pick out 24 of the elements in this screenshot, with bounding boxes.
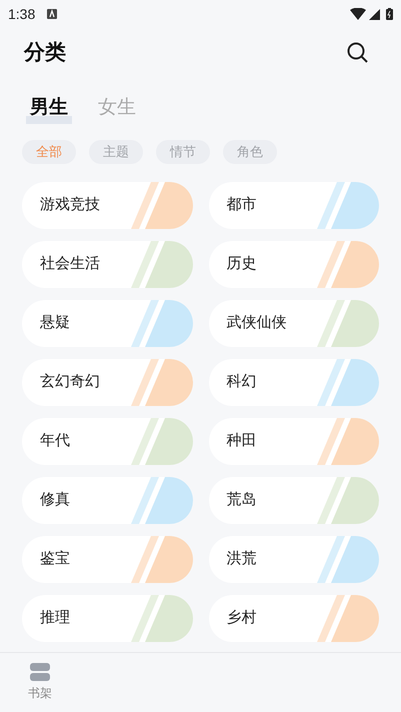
category-card[interactable]: 乡村 xyxy=(208,595,379,642)
page-title: 分类 xyxy=(24,40,66,66)
signal-icon xyxy=(369,8,380,20)
battery-icon xyxy=(386,8,393,20)
status-time: 1:38 xyxy=(8,4,36,24)
category-card[interactable]: 悬疑 xyxy=(22,300,192,347)
category-card[interactable]: 推理 xyxy=(22,595,192,642)
category-card[interactable]: 科幻 xyxy=(208,359,379,406)
category-card[interactable]: 洪荒 xyxy=(208,536,379,583)
category-card[interactable]: 修真 xyxy=(22,477,192,524)
category-card[interactable]: 鉴宝 xyxy=(22,536,192,583)
category-card[interactable]: 武侠仙侠 xyxy=(208,300,379,347)
category-card[interactable]: 年代 xyxy=(22,418,192,465)
category-card[interactable]: 荒岛 xyxy=(208,477,379,524)
category-card[interactable]: 玄幻奇幻 xyxy=(22,359,192,406)
wifi-icon xyxy=(350,8,366,20)
search-icon[interactable] xyxy=(347,42,369,64)
category-card[interactable]: 都市 xyxy=(208,182,379,229)
category-card[interactable]: 社会生活 xyxy=(22,241,192,288)
category-card[interactable]: 种田 xyxy=(208,418,379,465)
stacked-bars-icon xyxy=(30,663,50,681)
category-card[interactable]: 历史 xyxy=(208,241,379,288)
category-card[interactable]: 游戏竞技 xyxy=(22,182,192,229)
notification-icon xyxy=(47,9,58,19)
